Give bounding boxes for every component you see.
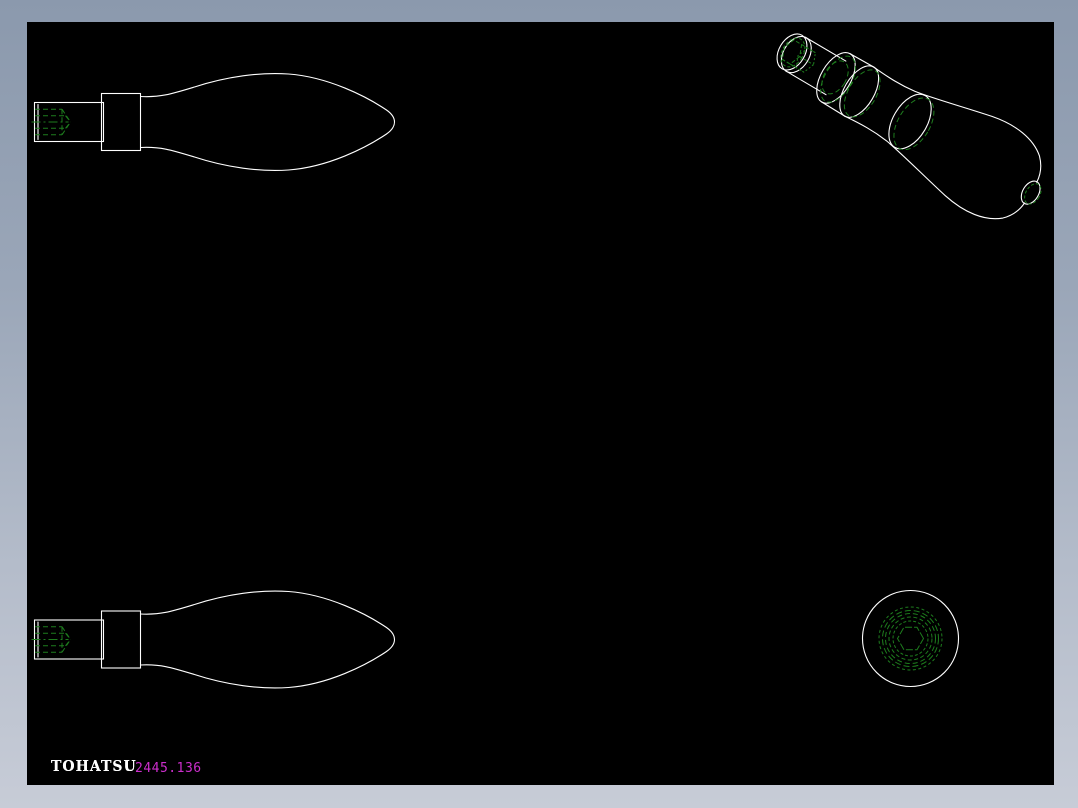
cad-viewer-window: TOHATSU 2445.136 [0,0,1078,808]
drawing-canvas[interactable]: TOHATSU 2445.136 [27,22,1054,785]
side-view-bottom [30,590,396,689]
end-view [861,589,960,688]
brand-label: TOHATSU [51,758,137,776]
part-number: 2445.136 [135,761,202,776]
isometric-view [776,33,1042,220]
cad-drawing [30,33,1042,689]
hex-socket-end-view [896,626,925,651]
side-view-top [30,72,396,172]
hex-socket-3d [780,37,816,73]
